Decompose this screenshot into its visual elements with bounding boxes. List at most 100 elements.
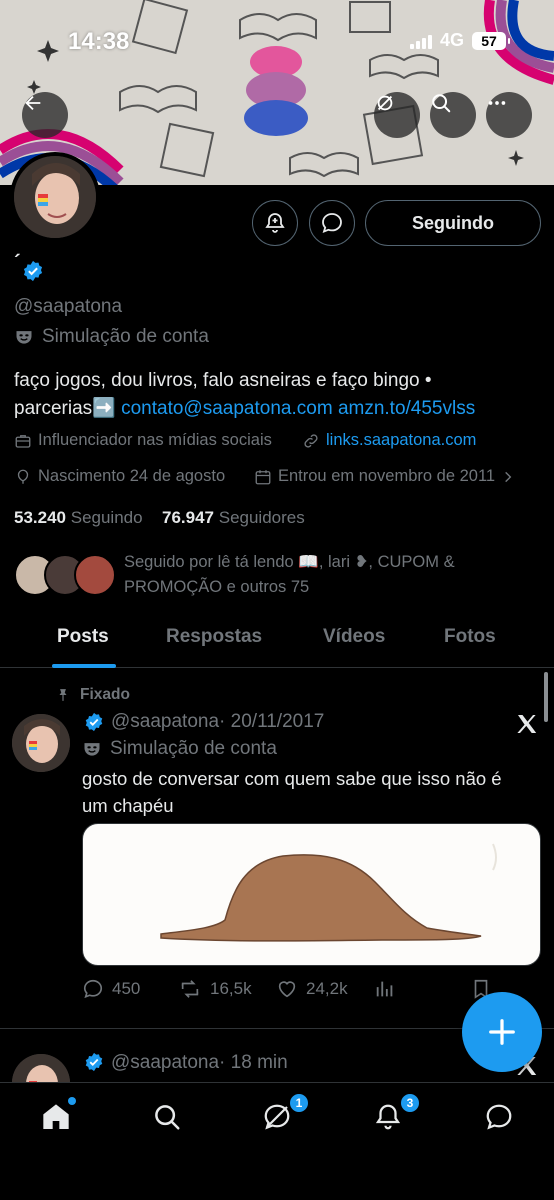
following-button[interactable]: Seguindo (365, 200, 541, 246)
following-label: Seguindo (70, 508, 143, 527)
chat-slash-icon (264, 1104, 290, 1130)
profile-banner: 14:38 4G 57 (0, 0, 554, 185)
arrow-right-emoji: ➡️ (92, 398, 116, 419)
tab-photos[interactable]: Fotos (444, 626, 496, 648)
briefcase-icon (15, 434, 31, 448)
display-name: ´ (14, 252, 21, 275)
reply-icon (83, 979, 103, 999)
bell-plus-icon (265, 213, 285, 233)
like-count: 24,2k (306, 979, 348, 998)
pin-icon (59, 689, 67, 701)
nav-explore[interactable] (149, 1099, 185, 1135)
website-link[interactable]: links.saapatona.com (326, 431, 476, 450)
tab-videos[interactable]: Vídeos (323, 626, 385, 648)
tab-posts[interactable]: Posts (57, 626, 109, 648)
refresh-off-icon (377, 95, 393, 111)
post-handle[interactable]: @saapatona (111, 1052, 219, 1073)
bio-amazon-link[interactable]: amzn.to/455vlss (338, 398, 475, 419)
post-meta: @saapatona· 20/11/2017 (111, 711, 324, 733)
nav-grok[interactable]: 1 (259, 1093, 309, 1135)
post-handle[interactable]: @saapatona (111, 711, 219, 732)
nav-messages[interactable] (481, 1099, 517, 1135)
profile-tabs: Posts Respostas Vídeos Fotos (0, 614, 554, 668)
hat-drawing-image (160, 843, 497, 942)
heart-icon (278, 981, 296, 998)
followers-stat[interactable]: 76.947 Seguidores (162, 508, 305, 528)
display-name-text: ´ (14, 252, 21, 274)
search-icon (432, 94, 451, 113)
scrollbar[interactable] (544, 672, 548, 722)
repost-button[interactable]: 16,5k (178, 978, 252, 1000)
pinned-indicator: Fixado (56, 686, 130, 704)
chat-bubble-icon (322, 213, 342, 234)
post-avatar[interactable] (12, 714, 70, 772)
battery-icon: 57 (472, 31, 510, 50)
profile-joined[interactable]: Entrou em novembro de 2011 (254, 467, 515, 486)
followers-label: Seguidores (218, 508, 305, 527)
followed-by-line-1: Seguido por lê tá lendo 📖, lari ❥, CUPOM… (124, 553, 455, 571)
avatar-image (12, 714, 70, 772)
repost-icon (181, 980, 199, 998)
post-meta: @saapatona· 18 min (111, 1052, 288, 1074)
birthday-text: Nascimento 24 de agosto (38, 467, 226, 485)
status-indicators: 4G 57 (409, 30, 510, 51)
bio-text: parcerias (14, 398, 93, 419)
parody-mask-icon (84, 743, 100, 756)
status-bar: 14:38 4G 57 (0, 26, 554, 58)
followed-by-text[interactable]: Seguido por lê tá lendo 📖, lari ❥, CUPOM… (124, 550, 455, 600)
verified-badge-icon (85, 712, 103, 732)
account-label-text: Simulação de conta (42, 326, 209, 347)
followers-count: 76.947 (162, 508, 214, 527)
link-icon (304, 433, 318, 448)
new-content-dot (68, 1097, 76, 1105)
post-date[interactable]: · 20/11/2017 (219, 711, 324, 732)
verified-badge-icon (23, 260, 43, 282)
arrow-left-icon (25, 95, 41, 111)
category-text: Influenciador nas mídias sociais (38, 431, 272, 449)
pinned-label: Fixado (80, 686, 130, 703)
post-image[interactable] (82, 823, 541, 966)
followed-by-avatars[interactable] (14, 554, 116, 596)
analytics-icon (376, 981, 393, 997)
repost-count: 16,5k (210, 979, 252, 998)
mute-button[interactable] (374, 92, 420, 138)
bio-line-1: faço jogos, dou livros, falo asneiras e … (14, 370, 432, 391)
more-options-button[interactable] (486, 92, 532, 138)
verified-badge-icon (85, 1052, 103, 1072)
profile-category: Influenciador nas mídias sociais (14, 431, 272, 450)
follower-avatar (74, 554, 116, 596)
profile-avatar[interactable] (10, 152, 100, 242)
bio-email-link[interactable]: contato@saapatona.com (121, 398, 333, 419)
active-tab-indicator (52, 664, 116, 668)
like-button[interactable]: 24,2k (276, 978, 348, 1000)
signal-icon (409, 33, 432, 49)
post-date[interactable]: · 18 min (219, 1052, 288, 1073)
profile-handle: @saapatona (14, 296, 123, 317)
bio-line-2: parcerias➡️ contato@saapatona.com amzn.t… (14, 396, 475, 420)
nav-notifications[interactable]: 3 (370, 1093, 420, 1135)
back-button[interactable] (22, 92, 68, 138)
compose-button[interactable] (462, 992, 542, 1072)
more-icon (488, 101, 506, 105)
views-button[interactable] (374, 978, 396, 1000)
bottom-navigation: 1 3 (0, 1082, 554, 1200)
search-icon (155, 1105, 180, 1130)
post-account-label: Simulação de conta (82, 738, 277, 760)
post-text-line-1: gosto de conversar com quem sabe que iss… (82, 768, 502, 789)
following-count: 53.240 (14, 508, 66, 527)
nav-home[interactable] (38, 1097, 76, 1135)
notifications-toggle-button[interactable] (252, 200, 298, 246)
profile-birthday: Nascimento 24 de agosto (14, 467, 225, 486)
joined-text: Entrou em novembro de 2011 (278, 467, 496, 485)
avatar-image (14, 156, 96, 238)
reply-button[interactable]: 450 (82, 978, 140, 1000)
account-label: Simulação de conta (14, 326, 209, 348)
message-button[interactable] (309, 200, 355, 246)
profile-website[interactable]: links.saapatona.com (302, 431, 476, 450)
reply-count: 450 (112, 979, 141, 998)
tab-replies[interactable]: Respostas (166, 626, 262, 648)
following-stat[interactable]: 53.240 Seguindo (14, 508, 143, 528)
search-button[interactable] (430, 92, 476, 138)
home-icon (43, 1104, 69, 1129)
post-account-label-text: Simulação de conta (110, 738, 277, 759)
